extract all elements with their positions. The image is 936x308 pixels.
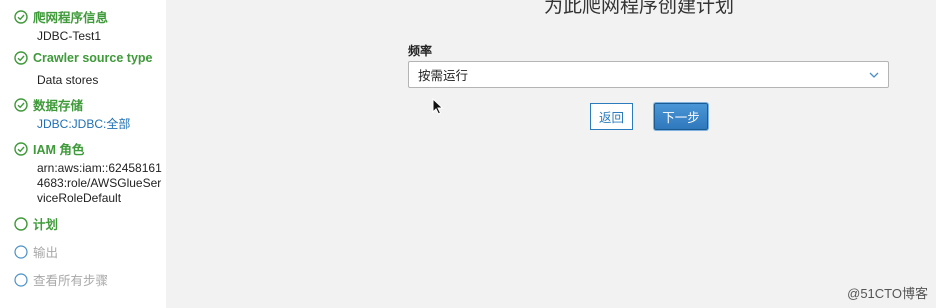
frequency-select-value: 按需运行 (418, 69, 469, 83)
chevron-down-icon (868, 69, 880, 81)
back-button[interactable]: 返回 (590, 103, 633, 130)
crawler-name-value: JDBC-Test1 (37, 29, 102, 43)
main-panel: 为此爬网程序创建计划 频率 按需运行 返回 下一步 @51CTO博客 (166, 0, 936, 308)
mouse-cursor-icon (432, 97, 444, 115)
step-crawler-info[interactable]: 爬网程序信息 (14, 7, 108, 26)
circle-icon (14, 216, 28, 231)
step-data-store[interactable]: 数据存储 (14, 95, 83, 114)
data-store-link[interactable]: JDBC:JDBC:全部 (37, 117, 163, 132)
step-label: Crawler source type (33, 51, 153, 65)
next-button[interactable]: 下一步 (654, 103, 708, 130)
check-circle-icon (14, 141, 28, 156)
step-label: 数据存储 (33, 99, 84, 113)
step-schedule[interactable]: 计划 (14, 214, 58, 233)
step-output: 输出 (14, 242, 58, 261)
step-source-type[interactable]: Crawler source type (14, 51, 153, 65)
circle-icon (14, 244, 28, 259)
step-label: 计划 (33, 218, 59, 232)
wizard-sidebar: 爬网程序信息 JDBC-Test1 Crawler source type Da… (0, 0, 166, 308)
step-label: IAM 角色 (33, 143, 85, 157)
check-circle-icon (14, 9, 28, 24)
check-circle-icon (14, 51, 28, 65)
frequency-select[interactable]: 按需运行 (408, 61, 889, 88)
step-review: 查看所有步骤 (14, 270, 108, 289)
frequency-label: 频率 (408, 44, 433, 58)
circle-icon (14, 272, 28, 287)
step-label: 查看所有步骤 (33, 274, 109, 288)
iam-role-value: arn:aws:iam::624581614683:role/AWSGlueSe… (37, 161, 162, 205)
page-title: 为此爬网程序创建计划 (544, 0, 735, 17)
source-type-value: Data stores (37, 73, 99, 87)
step-label: 输出 (33, 246, 59, 260)
check-circle-icon (14, 97, 28, 112)
step-iam-role[interactable]: IAM 角色 (14, 139, 84, 158)
watermark: @51CTO博客 (847, 286, 928, 301)
step-label: 爬网程序信息 (33, 11, 109, 25)
